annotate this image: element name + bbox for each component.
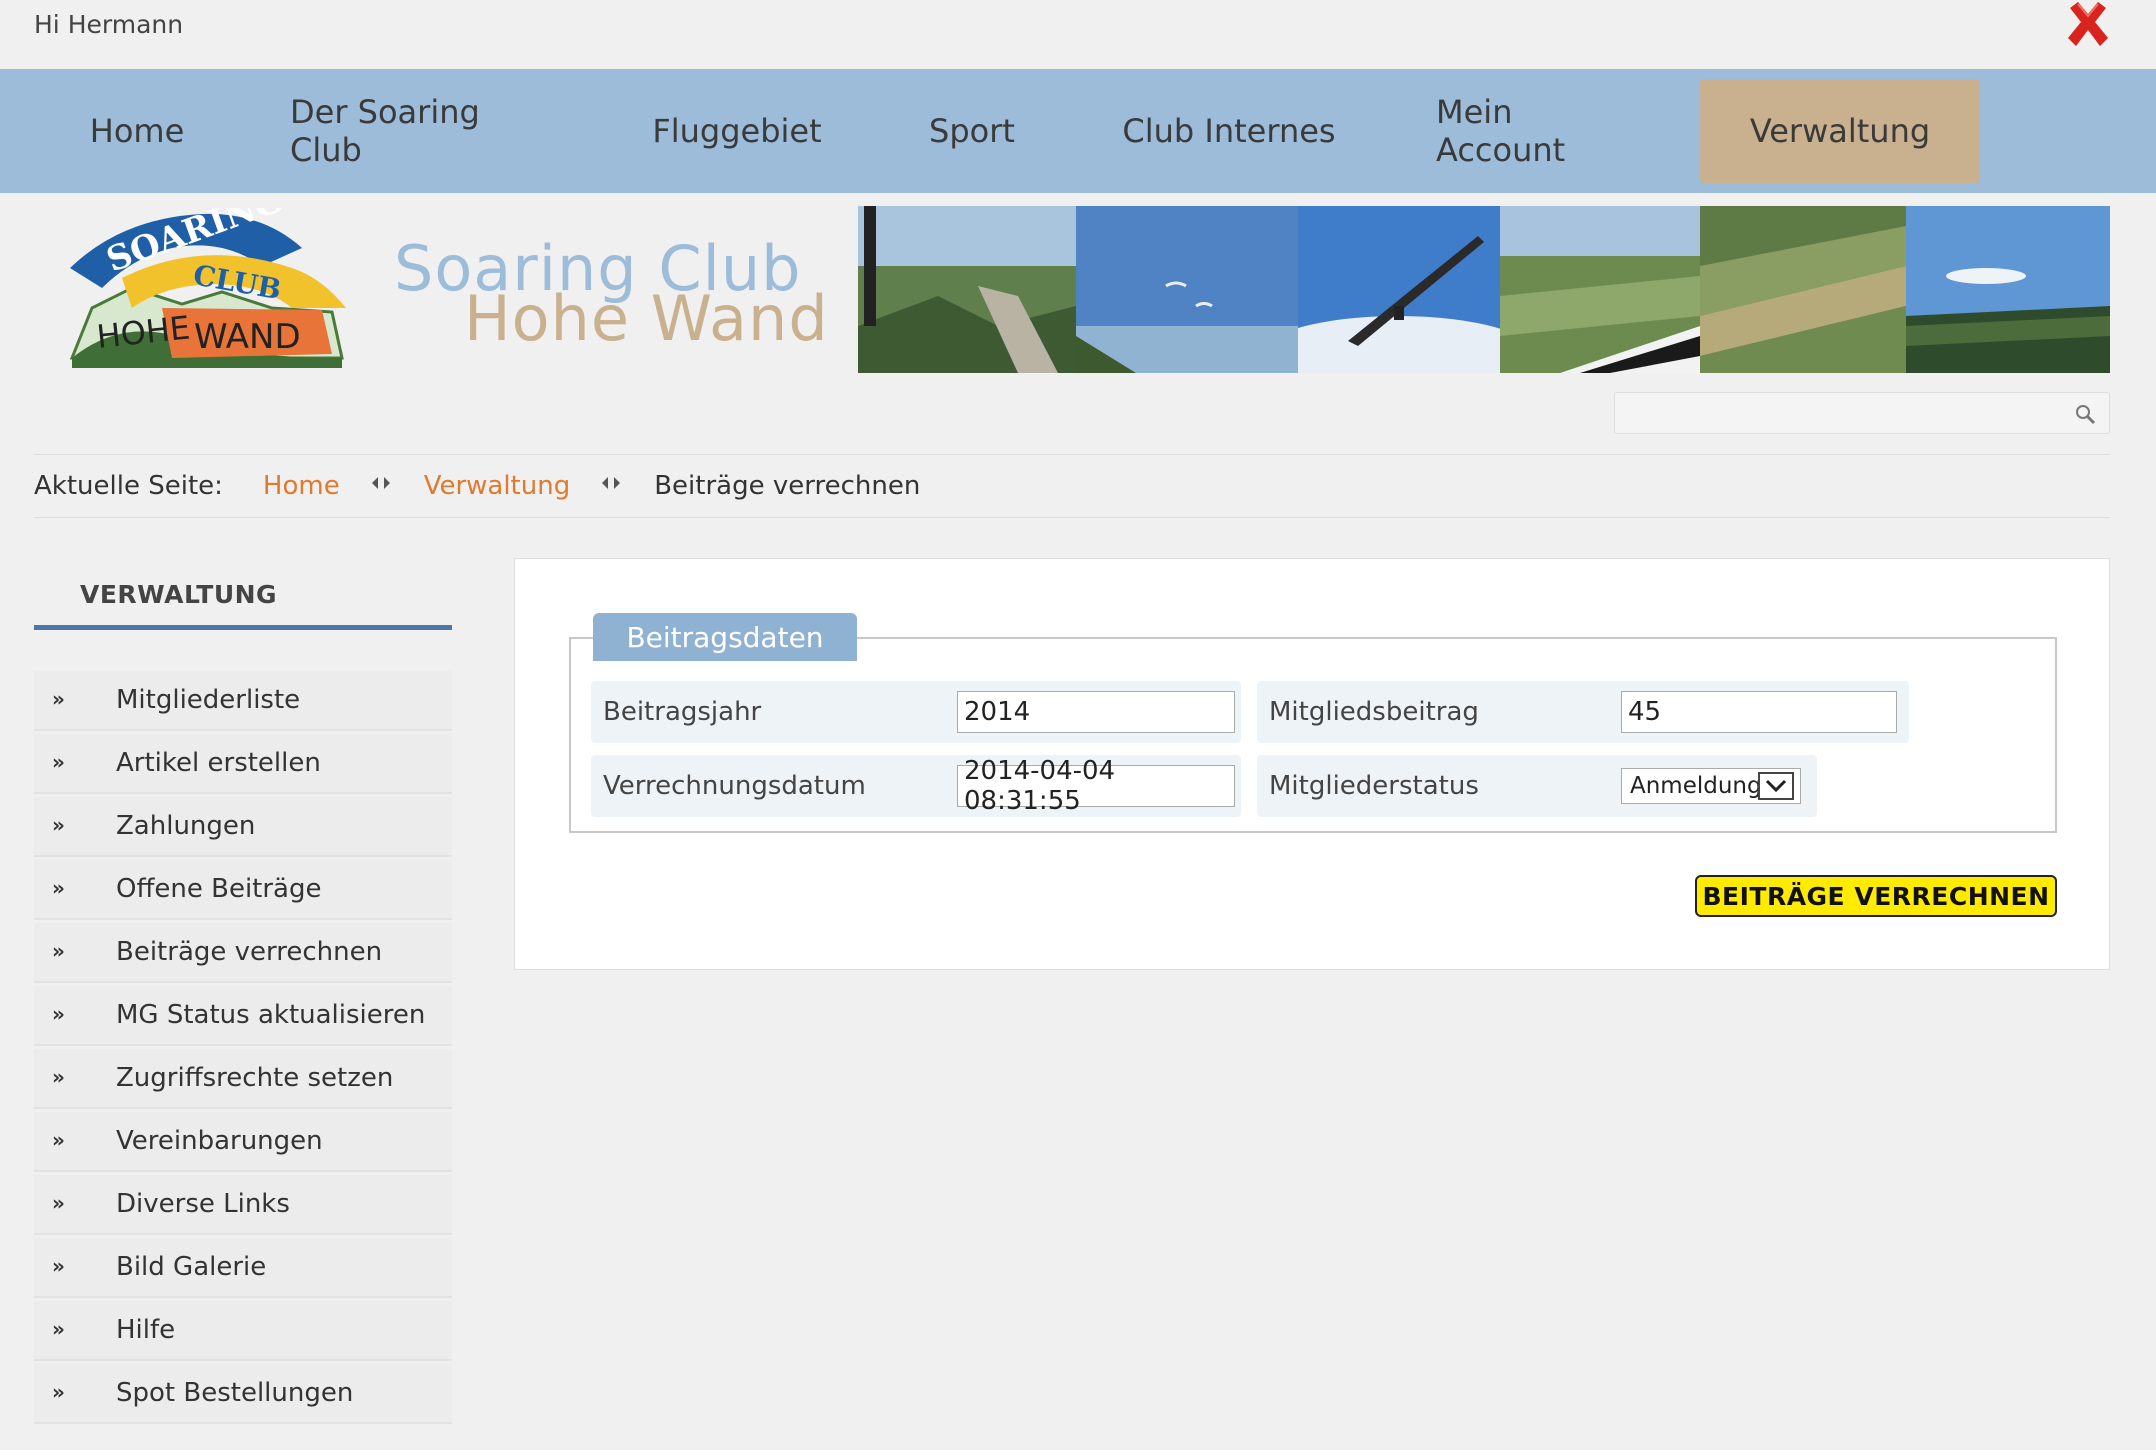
header-photo-strip [858,206,2110,373]
sidebar-item-vereinbarungen[interactable]: » Vereinbarungen [34,1112,452,1172]
nav-verwaltung[interactable]: Verwaltung [1700,79,1980,183]
sidebar-title: VERWALTUNG [34,568,452,630]
photo-mountain-horizon [1906,206,2110,373]
sidebar-item-label: Diverse Links [116,1189,290,1219]
sidebar-item-label: Spot Bestellungen [116,1378,354,1408]
sidebar-item-label: Zahlungen [116,811,256,841]
main-content-panel: Beitragsjahr 2014 Mitgliedsbeitrag 45 Ve… [514,558,2110,970]
chevron-right-icon: » [52,750,65,774]
sidebar-item-label: MG Status aktualisieren [116,1000,426,1030]
breadcrumb-separator-icon [370,470,392,490]
breadcrumb-home[interactable]: Home [263,471,340,501]
mitgliedsbeitrag-input[interactable]: 45 [1621,691,1897,733]
sidebar-item-label: Vereinbarungen [116,1126,323,1156]
beitragsjahr-label: Beitragsjahr [603,697,762,727]
chevron-right-icon: » [52,1317,65,1341]
search-icon[interactable] [2073,402,2097,426]
breadcrumb-separator-icon [600,470,622,490]
breadcrumb: Aktuelle Seite: Home Verwaltung Beiträge… [34,454,2110,518]
sidebar-item-zahlungen[interactable]: » Zahlungen [34,797,452,857]
sidebar-item-offene-beitraege[interactable]: » Offene Beiträge [34,860,452,920]
nav-home[interactable]: Home [72,69,202,193]
svg-text:WAND: WAND [194,317,301,357]
chevron-right-icon: » [52,939,65,963]
sidebar-item-label: Artikel erstellen [116,748,321,778]
club-logo[interactable]: SOARING CLUB HOHE WAND [62,180,352,374]
mitgliedsbeitrag-label: Mitgliedsbeitrag [1269,697,1479,727]
chevron-right-icon: » [52,1191,65,1215]
sidebar-menu: » Mitgliederliste » Artikel erstellen » Zah… [34,671,452,1427]
nav-club-internes[interactable]: Club Internes [1120,69,1338,193]
sidebar-item-hilfe[interactable]: » Hilfe [34,1301,452,1361]
sidebar-item-artikel-erstellen[interactable]: » Artikel erstellen [34,734,452,794]
row-mitgliederstatus: Mitgliederstatus Anmeldung [1257,755,1817,817]
chevron-right-icon: » [52,1380,65,1404]
photo-aerial-fields [1700,206,1906,373]
beitragsdaten-fieldset: Beitragsjahr 2014 Mitgliedsbeitrag 45 Ve… [569,637,2057,833]
photo-valley-cliff [858,206,1076,373]
mitgliederstatus-label: Mitgliederstatus [1269,771,1479,801]
sidebar-item-diverse-links[interactable]: » Diverse Links [34,1175,452,1235]
user-greeting: Hi Hermann [34,10,184,39]
main-nav: Home Der Soaring Club Fluggebiet Sport C… [0,69,2156,193]
breadcrumb-label: Aktuelle Seite: [34,471,223,501]
verrechnungsdatum-label: Verrechnungsdatum [603,771,866,801]
breadcrumb-verwaltung[interactable]: Verwaltung [424,471,571,501]
chevron-right-icon: » [52,1002,65,1026]
sidebar-item-label: Mitgliederliste [116,685,301,715]
photo-hang-glider [1298,206,1500,373]
sidebar-item-label: Hilfe [116,1315,176,1345]
nav-der-soaring-club[interactable]: Der Soaring Club [290,69,550,193]
sidebar-item-bild-galerie[interactable]: » Bild Galerie [34,1238,452,1298]
brand-line-2: Hohe Wand [464,282,829,355]
sidebar-item-zugriffsrechte[interactable]: » Zugriffsrechte setzen [34,1049,452,1109]
nav-fluggebiet[interactable]: Fluggebiet [652,69,822,193]
chevron-right-icon: » [52,1128,65,1152]
nav-mein-account[interactable]: Mein Account [1436,69,1648,193]
sidebar-item-label: Zugriffsrechte setzen [116,1063,394,1093]
mitgliederstatus-select[interactable]: Anmeldung [1621,768,1801,804]
sidebar-item-mitgliederliste[interactable]: » Mitgliederliste [34,671,452,731]
close-icon[interactable] [2064,0,2112,48]
sidebar-item-label: Beiträge verrechnen [116,937,383,967]
nav-sport[interactable]: Sport [920,69,1024,193]
photo-landscape-wing [1500,206,1700,373]
brand-title: Soaring Club Hohe Wand [394,232,834,362]
chevron-right-icon: » [52,1065,65,1089]
sidebar-item-label: Bild Galerie [116,1252,267,1282]
chevron-right-icon: » [52,1254,65,1278]
chevron-right-icon: » [52,687,65,711]
chevron-down-icon[interactable] [1758,772,1794,800]
beitraege-verrechnen-button[interactable]: BEITRÄGE VERRECHNEN [1695,875,2057,917]
verrechnungsdatum-input[interactable]: 2014-04-04 08:31:55 [957,756,1235,816]
photo-paragliders-sky [1076,206,1298,373]
mitgliederstatus-selected-value: Anmeldung [1630,773,1762,799]
row-verrechnungsdatum: Verrechnungsdatum 2014-04-04 08:31:55 [591,755,1241,817]
top-bar: Hi Hermann [0,0,2156,69]
sidebar-item-spot-bestellungen[interactable]: » Spot Bestellungen [34,1364,452,1424]
row-beitragsjahr: Beitragsjahr 2014 [591,681,1241,743]
chevron-right-icon: » [52,876,65,900]
row-mitgliedsbeitrag: Mitgliedsbeitrag 45 [1257,681,1909,743]
breadcrumb-current: Beiträge verrechnen [654,471,921,501]
sidebar-item-label: Offene Beiträge [116,874,322,904]
search-input[interactable] [1614,392,2110,434]
chevron-right-icon: » [52,813,65,837]
sidebar-item-mg-status[interactable]: » MG Status aktualisieren [34,986,452,1046]
sidebar-item-beitraege-verrechnen[interactable]: » Beiträge verrechnen [34,923,452,983]
fieldset-legend: Beitragsdaten [593,613,857,661]
beitragsjahr-input[interactable]: 2014 [957,691,1235,733]
